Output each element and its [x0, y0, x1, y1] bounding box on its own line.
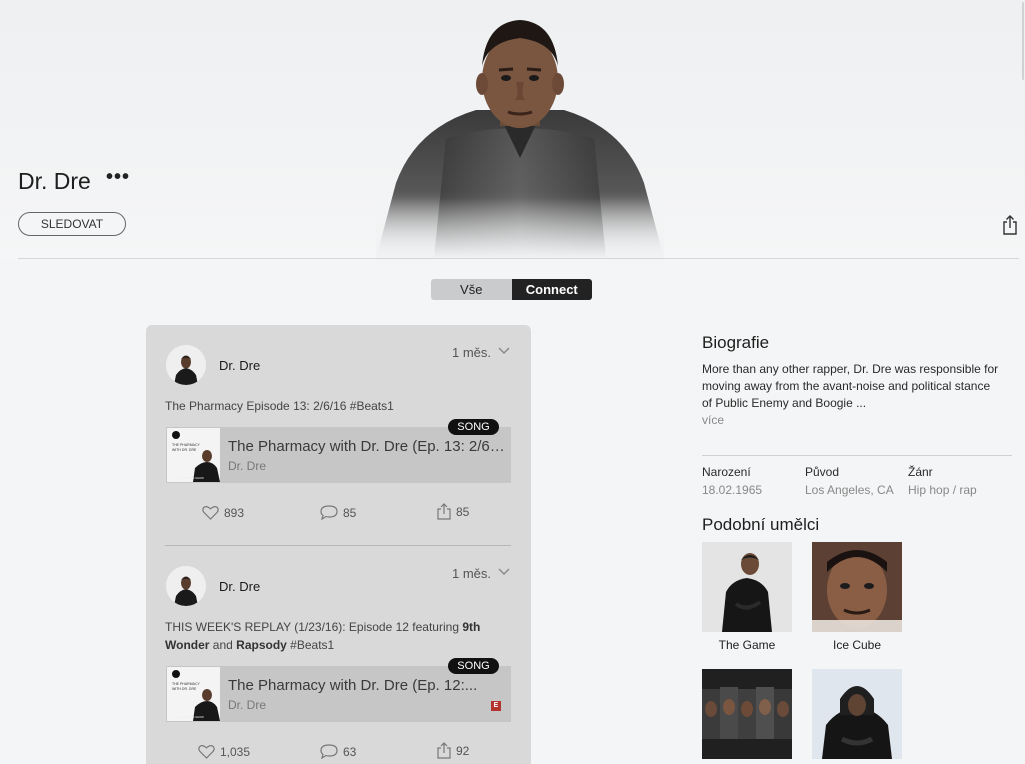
like-count: 893: [224, 505, 245, 520]
biography-text: More than any other rapper, Dr. Dre was …: [702, 362, 999, 410]
song-title: The Pharmacy with Dr. Dre (Ep. 13: 2/6/1…: [228, 438, 508, 455]
share-icon: [437, 742, 451, 759]
share-icon[interactable]: [1002, 215, 1018, 235]
more-icon[interactable]: •••: [106, 166, 130, 189]
comment-count: 63: [343, 744, 357, 759]
song-badge: SONG: [448, 658, 499, 674]
similar-artist-tile[interactable]: [812, 669, 902, 764]
post-text: THIS WEEK'S REPLAY (1/23/16): Episode 12…: [165, 618, 510, 654]
similar-artist-photo: [702, 542, 792, 632]
post-text-mid: and: [209, 638, 237, 652]
biography-title: Biografie: [702, 333, 770, 352]
similar-artist-tile[interactable]: Ice Cube: [812, 542, 902, 652]
like-count: 1,035: [220, 744, 251, 759]
post-divider: [165, 545, 511, 546]
similar-artist-tile[interactable]: The Game: [702, 542, 792, 652]
post-text-mention[interactable]: Rapsody: [236, 638, 287, 652]
artist-hero-photo: [376, 8, 664, 258]
comment-button[interactable]: 85: [320, 505, 356, 520]
heart-icon: [202, 506, 219, 520]
cover-text-line2: WITH DR. DRE: [172, 448, 197, 452]
post-age: 1 měs.: [452, 566, 492, 581]
share-button[interactable]: 85: [437, 503, 469, 520]
biography-more-link[interactable]: více: [702, 413, 724, 427]
album-cover: THE PHARMACY WITH DR. DRE THE BEATS SHOW: [167, 428, 220, 482]
header-divider: [18, 258, 1019, 259]
fact-value-born: 18.02.1965: [702, 483, 763, 497]
cover-text-line1: THE PHARMACY: [172, 443, 200, 447]
cover-text-line3: THE BEATS SHOW: [179, 476, 204, 480]
post-age: 1 měs.: [452, 345, 492, 360]
view-tabs: Vše Connect: [431, 279, 592, 300]
cover-text-line1: THE PHARMACY: [172, 682, 200, 686]
share-count: 92: [456, 743, 470, 758]
artist-name: Dr. Dre: [18, 168, 91, 194]
heart-icon: [198, 745, 215, 759]
post-text-pre: THIS WEEK'S REPLAY (1/23/16): Episode 12…: [165, 620, 463, 634]
similar-artist-tile[interactable]: [702, 669, 792, 764]
song-artist: Dr. Dre: [228, 698, 267, 712]
follow-button[interactable]: SLEDOVAT: [18, 212, 126, 236]
similar-artist-photo: [812, 542, 902, 632]
similar-artist-name: The Game: [718, 638, 776, 652]
connect-feed: Dr. Dre 1 měs. The Pharmacy Episode 13: …: [146, 325, 531, 764]
song-badge: SONG: [448, 419, 499, 435]
album-cover: THE PHARMACY WITH DR. DRE THE BEATS SHOW: [167, 667, 220, 721]
fact-label-genre: Žánr: [908, 465, 933, 479]
song-title: The Pharmacy with Dr. Dre (Ep. 12:...: [228, 677, 478, 694]
song-card[interactable]: THE PHARMACY WITH DR. DRE THE BEATS SHOW…: [166, 427, 511, 483]
share-button[interactable]: 92: [437, 742, 469, 759]
comment-count: 85: [343, 505, 357, 520]
cover-text-line3: THE BEATS SHOW: [179, 715, 204, 719]
artist-header: Dr. Dre ••• SLEDOVAT: [0, 0, 1025, 258]
share-count: 85: [456, 504, 470, 519]
post-author[interactable]: Dr. Dre: [219, 358, 260, 373]
fact-label-born: Narození: [702, 465, 751, 479]
facts-divider: [702, 455, 1012, 456]
avatar[interactable]: [166, 345, 206, 385]
similar-artist-photo: [812, 669, 902, 759]
song-card[interactable]: THE PHARMACY WITH DR. DRE THE BEATS SHOW…: [166, 666, 511, 722]
similar-artists-title: Podobní umělci: [702, 515, 820, 534]
similar-artist-photo: [702, 669, 792, 759]
comment-button[interactable]: 63: [320, 744, 356, 759]
like-button[interactable]: 1,035: [198, 744, 250, 759]
post-text-post: #Beats1: [286, 638, 335, 652]
like-button[interactable]: 893: [202, 505, 244, 520]
post-author[interactable]: Dr. Dre: [219, 579, 260, 594]
fact-value-genre[interactable]: Hip hop / rap: [908, 483, 977, 497]
chevron-down-icon[interactable]: [498, 567, 510, 579]
comment-icon: [320, 505, 338, 520]
comment-icon: [320, 744, 338, 759]
fact-value-origin[interactable]: Los Angeles, CA: [805, 483, 894, 497]
tab-all[interactable]: Vše: [431, 279, 512, 300]
explicit-badge: E: [491, 701, 501, 711]
cover-text-line2: WITH DR. DRE: [172, 687, 197, 691]
share-icon: [437, 503, 451, 520]
tab-connect[interactable]: Connect: [511, 279, 592, 300]
avatar[interactable]: [166, 566, 206, 606]
song-artist: Dr. Dre: [228, 459, 267, 473]
fact-label-origin: Původ: [805, 465, 840, 479]
chevron-down-icon[interactable]: [498, 346, 510, 358]
scrollbar[interactable]: [1022, 2, 1024, 80]
post-text: The Pharmacy Episode 13: 2/6/16 #Beats1: [165, 399, 394, 413]
similar-artist-name: Ice Cube: [832, 638, 882, 652]
